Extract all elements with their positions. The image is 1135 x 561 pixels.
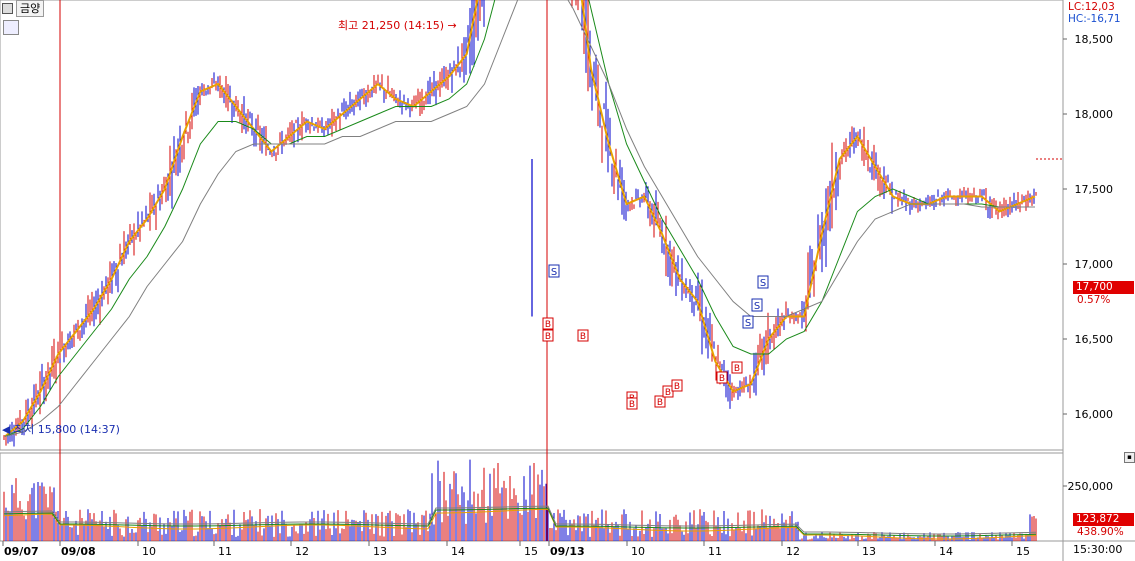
sell-signal-label: S — [745, 318, 751, 329]
high-annotation: 최고 21,250 (14:15) → — [338, 19, 457, 32]
x-tick-label: 15 — [1016, 545, 1030, 558]
x-tick-label: 12 — [786, 545, 800, 558]
x-tick-label: 10 — [142, 545, 156, 558]
time-readout: 15:30:00 — [1073, 543, 1123, 556]
x-tick-label: 11 — [218, 545, 232, 558]
low-annotation: ◀ 최저 15,800 (14:37) — [2, 423, 120, 436]
buy-signal-label: B — [734, 364, 740, 374]
sell-signal-label: S — [760, 278, 766, 289]
current-price-badge: 17,700 — [1073, 281, 1134, 294]
buy-signal-label: B — [629, 400, 635, 410]
chart-canvas[interactable]: SSSSBBBBBBBBBB 16,00016,50017,00017,5001… — [0, 0, 1135, 561]
toolbar: 금양 — [0, 0, 45, 17]
collapse-pane-button[interactable]: ▪ — [1124, 452, 1135, 463]
volume-ratio: 438.90% — [1077, 526, 1124, 538]
price-tick-label: 17,500 — [1075, 183, 1114, 196]
buy-signal-label: B — [665, 388, 671, 398]
hc-indicator: HC:-16,71 — [1068, 13, 1121, 25]
lc-indicator: LC:12,03 — [1068, 1, 1115, 13]
x-tick-label: 09/08 — [61, 545, 96, 558]
x-tick-label: 13 — [373, 545, 387, 558]
window-menu-icon[interactable] — [2, 3, 13, 14]
x-tick-label: 09/07 — [4, 545, 39, 558]
x-tick-label: 11 — [708, 545, 722, 558]
price-tick-label: 16,500 — [1075, 333, 1114, 346]
price-change-rate: 0.57% — [1077, 294, 1111, 306]
sell-signal-label: S — [551, 267, 557, 278]
stock-name-button[interactable]: 금양 — [16, 0, 45, 17]
volume-tick-label: 250,000 — [1068, 480, 1114, 493]
grid-icon[interactable] — [3, 20, 19, 35]
sell-signal-label: S — [754, 301, 760, 312]
buy-signal-label: B — [545, 320, 551, 330]
buy-signal-label: B — [545, 332, 551, 342]
x-tick-label: 14 — [451, 545, 465, 558]
x-tick-label: 14 — [939, 545, 953, 558]
buy-signal-label: B — [674, 382, 680, 392]
price-tick-label: 18,500 — [1075, 33, 1114, 46]
x-tick-label: 10 — [631, 545, 645, 558]
price-tick-label: 17,000 — [1075, 258, 1114, 271]
x-tick-label: 09/13 — [550, 545, 585, 558]
x-tick-label: 13 — [862, 545, 876, 558]
price-tick-label: 16,000 — [1075, 408, 1114, 421]
x-tick-label: 12 — [295, 545, 309, 558]
buy-signal-label: B — [657, 398, 663, 408]
x-tick-label: 15 — [524, 545, 538, 558]
current-volume-badge: 123,872 — [1073, 513, 1134, 526]
price-tick-label: 18,000 — [1075, 108, 1114, 121]
buy-signal-label: B — [719, 374, 725, 384]
buy-signal-label: B — [580, 332, 586, 342]
chart-frame — [0, 0, 1135, 561]
